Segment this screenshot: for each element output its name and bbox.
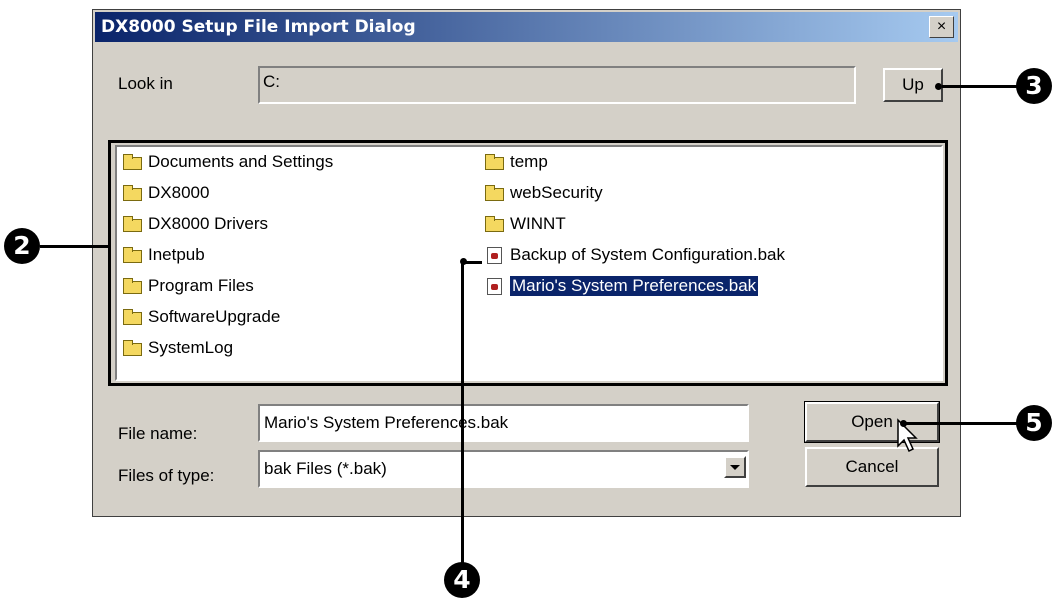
list-item-label: SoftwareUpgrade [148,307,281,326]
cancel-button-label: Cancel [845,457,899,476]
list-item-label: WINNT [510,214,566,233]
callout-4-vline [461,261,464,567]
folder-icon [123,340,143,356]
bak-file-icon [485,278,505,295]
list-item-label: Program Files [148,276,254,295]
callout-5-line [905,422,1018,425]
callout-5-badge: 5 [1016,405,1052,441]
list-item-label: Inetpub [148,245,205,264]
callout-3-line [942,85,1018,88]
folder-icon [485,216,505,232]
list-item-label: Documents and Settings [148,152,334,171]
title-bar[interactable]: DX8000 Setup File Import Dialog [95,12,958,42]
folder-icon [123,185,143,201]
up-button[interactable]: Up [883,68,943,102]
callout-3-badge: 3 [1016,68,1052,104]
callout-4-badge: 4 [444,562,480,598]
file-name-value: Mario's System Preferences.bak [264,413,509,432]
bak-file-icon [485,247,505,264]
list-item[interactable]: Inetpub [123,244,205,266]
callout-4-hline [464,261,482,264]
callout-2-badge: 2 [4,228,40,264]
list-item[interactable]: WINNT [485,213,566,235]
list-item-label: DX8000 Drivers [148,214,268,233]
list-item-label: SystemLog [148,338,234,357]
folder-icon [123,216,143,232]
list-item-label: DX8000 [148,183,210,202]
look-in-value: C: [263,72,280,91]
file-name-label: File name: [118,424,198,443]
list-item-label: webSecurity [510,183,603,202]
list-item-label: Backup of System Configuration.bak [510,245,785,264]
list-item[interactable]: SoftwareUpgrade [123,306,280,328]
list-item[interactable]: temp [485,151,548,173]
files-of-type-select[interactable]: bak Files (*.bak) [258,450,749,488]
close-icon: × [936,18,947,35]
list-item[interactable]: DX8000 [123,182,209,204]
close-button[interactable]: × [929,16,954,38]
list-item[interactable]: Program Files [123,275,254,297]
folder-icon [123,154,143,170]
callout-3-dot [935,83,942,90]
dialog-title: DX8000 Setup File Import Dialog [101,17,416,37]
folder-icon [123,309,143,325]
folder-icon [123,278,143,294]
folder-icon [123,247,143,263]
look-in-label: Look in [118,74,173,93]
list-item[interactable]: webSecurity [485,182,603,204]
files-of-type-label: Files of type: [118,466,215,485]
file-name-input[interactable]: Mario's System Preferences.bak [258,404,749,442]
callout-2-line [40,245,110,248]
look-in-field: C: [258,66,856,104]
chevron-down-icon [730,465,740,470]
list-item-label: Mario's System Preferences.bak [510,276,759,296]
list-item[interactable]: DX8000 Drivers [123,213,268,235]
list-item-selected[interactable]: Mario's System Preferences.bak [485,275,759,297]
list-item[interactable]: Documents and Settings [123,151,333,173]
list-item[interactable]: SystemLog [123,337,233,359]
list-item-label: temp [510,152,548,171]
folder-icon [485,185,505,201]
open-button-label: Open [851,412,893,431]
folder-icon [485,154,505,170]
files-of-type-value: bak Files (*.bak) [264,459,387,478]
list-item[interactable]: Backup of System Configuration.bak [485,244,785,266]
dropdown-button[interactable] [724,456,746,478]
up-button-label: Up [902,75,924,94]
